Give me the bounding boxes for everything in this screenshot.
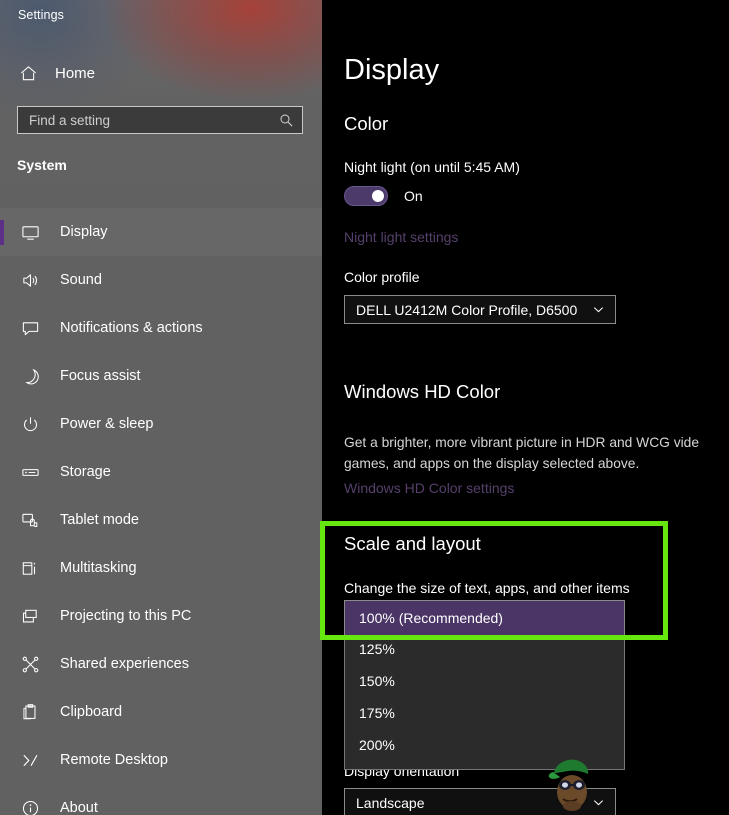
sidebar-item-display[interactable]: Display (0, 208, 322, 256)
chevron-down-icon (591, 796, 605, 810)
sidebar-item-label: Storage (60, 464, 111, 480)
scale-option-125[interactable]: 125% (345, 633, 624, 665)
search-input[interactable]: Find a setting (17, 106, 303, 134)
display-orientation-value: Landscape (356, 795, 591, 811)
sidebar-item-label: Power & sleep (60, 416, 154, 432)
multitask-icon (19, 557, 41, 579)
sidebar-item-remote-desktop[interactable]: Remote Desktop (0, 736, 322, 784)
speaker-icon (19, 269, 41, 291)
sidebar-item-storage[interactable]: Storage (0, 448, 322, 496)
moon-icon (19, 365, 41, 387)
color-profile-label: Color profile (344, 269, 419, 285)
home-icon (18, 63, 38, 83)
sidebar-item-focus-assist[interactable]: Focus assist (0, 352, 322, 400)
scale-selected-value: 100% (Recommended) (359, 610, 503, 626)
info-icon (19, 797, 41, 815)
hd-color-description-line1: Get a brighter, more vibrant picture in … (344, 432, 699, 453)
section-heading-color: Color (344, 113, 388, 135)
sidebar-item-label: Display (60, 224, 108, 240)
clipboard-icon (19, 701, 41, 723)
sidebar-item-label: Notifications & actions (60, 320, 203, 336)
settings-window: Settings Home Find a setting System (0, 0, 729, 815)
sidebar-item-label: Multitasking (60, 560, 137, 576)
search-icon[interactable] (278, 112, 294, 128)
sidebar: Settings Home Find a setting System (0, 0, 322, 815)
sidebar-item-home-label: Home (55, 65, 95, 82)
share-icon (19, 653, 41, 675)
sidebar-item-sound[interactable]: Sound (0, 256, 322, 304)
toggle-knob (372, 190, 384, 202)
sidebar-item-about[interactable]: About (0, 784, 322, 815)
sidebar-item-label: Projecting to this PC (60, 608, 191, 624)
section-heading-hd-color: Windows HD Color (344, 381, 500, 403)
chevron-down-icon (591, 303, 605, 317)
sidebar-item-notifications-actions[interactable]: Notifications & actions (0, 304, 322, 352)
night-light-toggle[interactable] (344, 186, 388, 206)
hd-color-settings-link[interactable]: Windows HD Color settings (344, 480, 514, 496)
monitor-icon (19, 221, 41, 243)
section-heading-scale-and-layout: Scale and layout (344, 533, 481, 555)
drive-icon (19, 461, 41, 483)
sidebar-item-multitasking[interactable]: Multitasking (0, 544, 322, 592)
color-profile-dropdown[interactable]: DELL U2412M Color Profile, D6500 (344, 295, 616, 324)
sidebar-item-label: Clipboard (60, 704, 122, 720)
display-orientation-dropdown[interactable]: Landscape (344, 788, 616, 815)
sidebar-item-label: About (60, 800, 98, 815)
selection-indicator (0, 220, 4, 245)
sidebar-item-label: Focus assist (60, 368, 141, 384)
app-title: Settings (18, 8, 64, 22)
sidebar-item-label: Sound (60, 272, 102, 288)
chat-icon (19, 317, 41, 339)
night-light-label: Night light (on until 5:45 AM) (344, 159, 520, 175)
sidebar-item-projecting-to-this-pc[interactable]: Projecting to this PC (0, 592, 322, 640)
sidebar-item-label: Shared experiences (60, 656, 189, 672)
scale-option-150[interactable]: 150% (345, 665, 624, 697)
page-title: Display (344, 54, 439, 87)
sidebar-item-shared-experiences[interactable]: Shared experiences (0, 640, 322, 688)
scale-label: Change the size of text, apps, and other… (344, 580, 630, 596)
sidebar-item-label: Tablet mode (60, 512, 139, 528)
tablet-icon (19, 509, 41, 531)
color-profile-value: DELL U2412M Color Profile, D6500 (356, 302, 591, 318)
sidebar-item-tablet-mode[interactable]: Tablet mode (0, 496, 322, 544)
remote-icon (19, 749, 41, 771)
sidebar-item-home[interactable]: Home (0, 58, 322, 88)
scale-option-175[interactable]: 175% (345, 697, 624, 729)
sidebar-item-clipboard[interactable]: Clipboard (0, 688, 322, 736)
scale-option-200[interactable]: 200% (345, 729, 624, 761)
hd-color-description-line2: games, and apps on the display selected … (344, 453, 639, 474)
project-icon (19, 605, 41, 627)
night-light-toggle-row: On (344, 186, 423, 206)
sidebar-item-power-sleep[interactable]: Power & sleep (0, 400, 322, 448)
night-light-state-label: On (404, 188, 423, 204)
scale-dropdown-selected[interactable]: 100% (Recommended) (344, 600, 625, 636)
sidebar-nav: Display Sound Notifications & actions (0, 208, 322, 815)
night-light-settings-link[interactable]: Night light settings (344, 229, 458, 245)
sidebar-item-label: Remote Desktop (60, 752, 168, 768)
sidebar-group-title: System (17, 157, 67, 173)
power-icon (19, 413, 41, 435)
search-placeholder: Find a setting (29, 113, 278, 128)
